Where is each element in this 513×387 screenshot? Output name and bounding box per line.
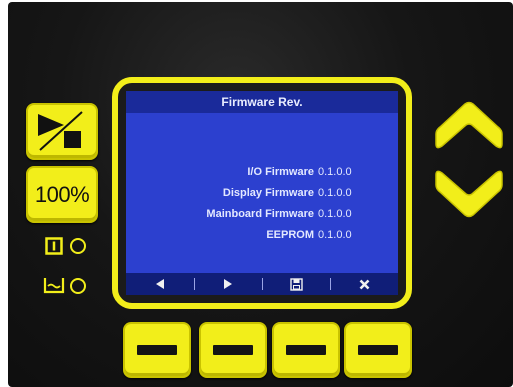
play-stop-icon [38, 111, 83, 151]
up-button[interactable] [432, 96, 506, 156]
external-contact-icon [45, 237, 63, 255]
row-value: 0.1.0.0 [318, 187, 352, 199]
row-label: I/O Firmware [247, 166, 314, 178]
softkey-save[interactable] [262, 273, 330, 295]
dash-icon [213, 345, 253, 355]
save-icon [289, 277, 303, 291]
down-button[interactable] [432, 163, 506, 223]
firmware-row-io: I/O Firmware 0.1.0.0 [126, 166, 398, 182]
row-value: 0.1.0.0 [318, 166, 352, 178]
dash-icon [358, 345, 398, 355]
screen-title-bar: Firmware Rev. [126, 91, 398, 113]
container-level-icon [43, 278, 65, 294]
display-bezel: Firmware Rev. I/O Firmware 0.1.0.0 Displ… [112, 77, 412, 309]
softkey-button-1[interactable] [123, 322, 191, 378]
firmware-row-eeprom: EEPROM 0.1.0.0 [126, 229, 398, 245]
row-value: 0.1.0.0 [318, 208, 352, 220]
close-icon [359, 279, 369, 289]
chevron-up-icon [435, 101, 503, 149]
chevron-down-icon [435, 170, 503, 218]
speed-100-button[interactable]: 100% [26, 166, 98, 223]
page-title: Firmware Rev. [221, 95, 303, 109]
softkey-right[interactable] [194, 273, 262, 295]
firmware-row-display: Display Firmware 0.1.0.0 [126, 187, 398, 203]
firmware-row-mainboard: Mainboard Firmware 0.1.0.0 [126, 208, 398, 224]
softkey-button-4[interactable] [344, 322, 412, 378]
speed-100-label: 100% [34, 181, 90, 207]
softkey-left[interactable] [126, 273, 194, 295]
softkey-bar [126, 273, 398, 295]
dash-icon [137, 345, 177, 355]
row-label: EEPROM [266, 229, 314, 241]
softkey-button-2[interactable] [199, 322, 267, 378]
status-led-1 [70, 238, 86, 254]
start-stop-button[interactable] [26, 103, 98, 160]
row-label: Display Firmware [222, 187, 314, 199]
softkey-button-3[interactable] [272, 322, 340, 378]
lcd-screen: Firmware Rev. I/O Firmware 0.1.0.0 Displ… [126, 91, 398, 295]
triangle-right-icon [224, 279, 232, 289]
softkey-cancel[interactable] [330, 273, 398, 295]
triangle-left-icon [156, 279, 164, 289]
row-label: Mainboard Firmware [206, 208, 314, 220]
dash-icon [286, 345, 326, 355]
device-scene: 100% Firmware Rev. I/O Firmware 0.1.0.0 … [0, 0, 513, 387]
status-led-2 [70, 278, 86, 294]
row-value: 0.1.0.0 [318, 229, 352, 241]
